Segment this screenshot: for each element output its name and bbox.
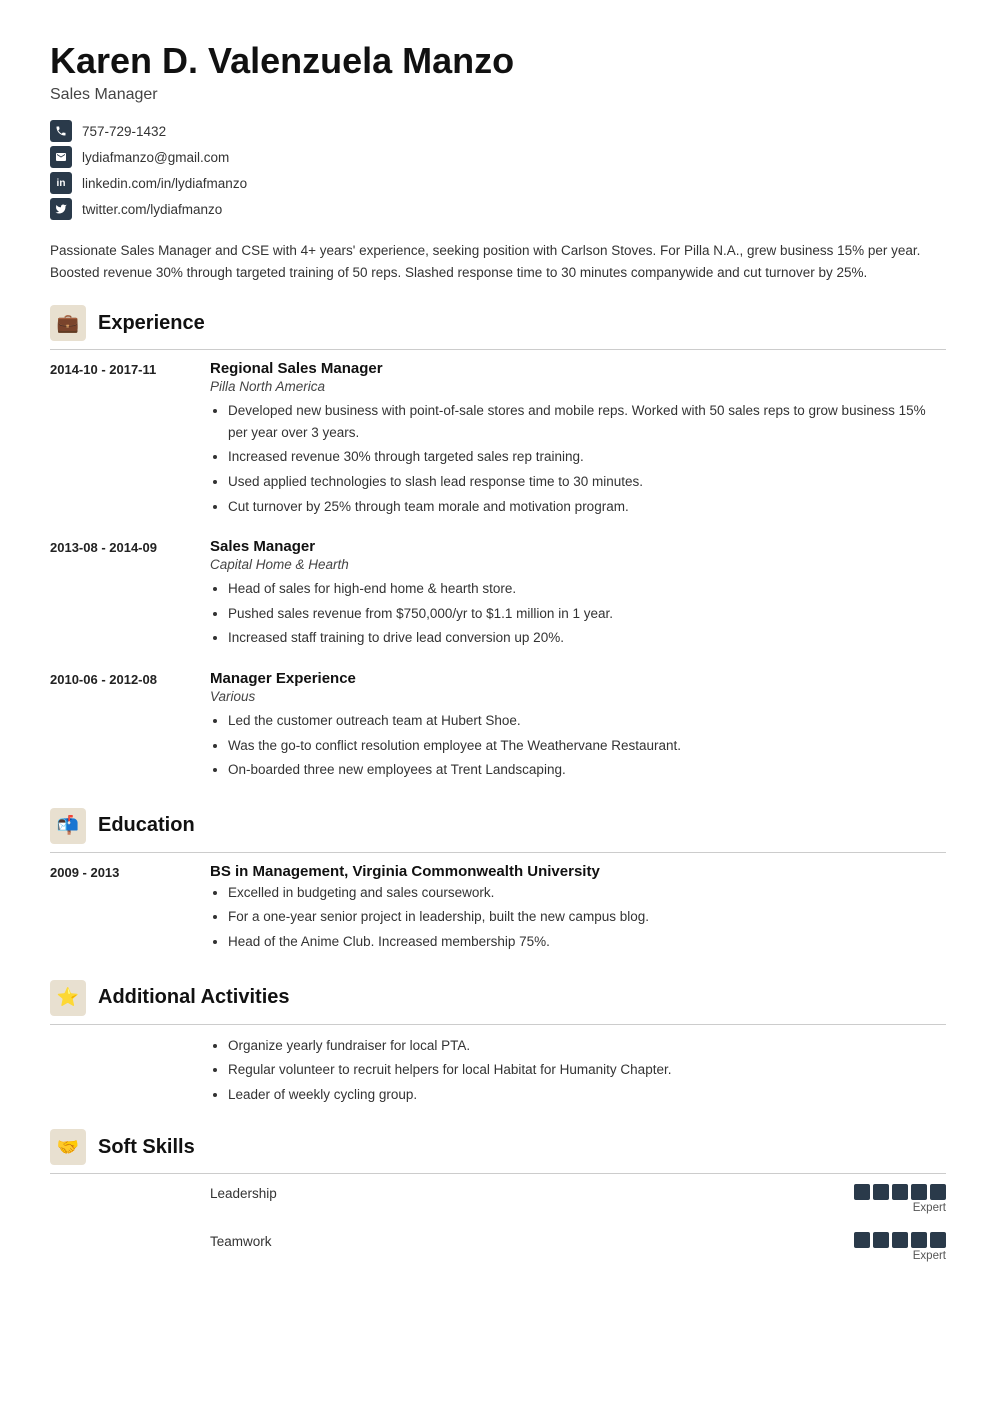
experience-role-0: Regional Sales Manager <box>210 360 946 377</box>
experience-org-1: Capital Home & Hearth <box>210 557 946 572</box>
experience-content-2: Manager Experience Various Led the custo… <box>210 670 946 784</box>
skill-level-0: Expert <box>913 1202 946 1214</box>
education-entry-0: 2009 - 2013 BS in Management, Virginia C… <box>50 863 946 956</box>
experience-date-0: 2014-10 - 2017-11 <box>50 360 210 520</box>
bullet: Excelled in budgeting and sales coursewo… <box>228 882 946 904</box>
email-icon <box>50 146 72 168</box>
skill-row-1: Teamwork Expert <box>50 1232 946 1262</box>
skill-name-0: Leadership <box>210 1184 826 1201</box>
experience-entry-2: 2010-06 - 2012-08 Manager Experience Var… <box>50 670 946 784</box>
skill-level-1: Expert <box>913 1250 946 1262</box>
twitter-contact: twitter.com/lydiafmanzo <box>50 198 946 220</box>
skills-title: Soft Skills <box>98 1136 195 1159</box>
bullet: On-boarded three new employees at Trent … <box>228 759 946 781</box>
skill-dots-0 <box>854 1184 946 1200</box>
activities-section-header: ⭐ Additional Activities <box>50 980 946 1025</box>
contact-list: 757-729-1432 lydiafmanzo@gmail.com in li… <box>50 120 946 220</box>
skill-name-1: Teamwork <box>210 1232 826 1249</box>
bullet: Was the go-to conflict resolution employ… <box>228 735 946 757</box>
experience-content-0: Regional Sales Manager Pilla North Ameri… <box>210 360 946 520</box>
dot <box>911 1232 927 1248</box>
experience-entry-0: 2014-10 - 2017-11 Regional Sales Manager… <box>50 360 946 520</box>
education-section: 📬 Education 2009 - 2013 BS in Management… <box>50 808 946 956</box>
job-title: Sales Manager <box>50 86 946 104</box>
education-bullets-0: Excelled in budgeting and sales coursewo… <box>210 882 946 953</box>
skills-section-header: 🤝 Soft Skills <box>50 1129 946 1174</box>
twitter-icon <box>50 198 72 220</box>
experience-icon: 💼 <box>50 305 86 341</box>
experience-title: Experience <box>98 312 205 335</box>
experience-content-1: Sales Manager Capital Home & Hearth Head… <box>210 538 946 652</box>
experience-date-2: 2010-06 - 2012-08 <box>50 670 210 784</box>
dot <box>854 1184 870 1200</box>
bullet: For a one-year senior project in leaders… <box>228 906 946 928</box>
dot <box>873 1184 889 1200</box>
education-date-0: 2009 - 2013 <box>50 863 210 956</box>
skills-section: 🤝 Soft Skills Leadership Expert Teamwork <box>50 1129 946 1262</box>
dot <box>873 1232 889 1248</box>
skills-icon: 🤝 <box>50 1129 86 1165</box>
experience-bullets-0: Developed new business with point-of-sal… <box>210 400 946 517</box>
linkedin-contact: in linkedin.com/in/lydiafmanzo <box>50 172 946 194</box>
candidate-name: Karen D. Valenzuela Manzo <box>50 40 946 82</box>
bullet: Organize yearly fundraiser for local PTA… <box>228 1035 946 1057</box>
activities-icon: ⭐ <box>50 980 86 1016</box>
email-value: lydiafmanzo@gmail.com <box>82 150 229 165</box>
bullet: Used applied technologies to slash lead … <box>228 471 946 493</box>
experience-bullets-2: Led the customer outreach team at Hubert… <box>210 710 946 781</box>
email-contact: lydiafmanzo@gmail.com <box>50 146 946 168</box>
experience-role-1: Sales Manager <box>210 538 946 555</box>
experience-org-0: Pilla North America <box>210 379 946 394</box>
linkedin-value: linkedin.com/in/lydiafmanzo <box>82 176 247 191</box>
dot <box>911 1184 927 1200</box>
bullet: Increased staff training to drive lead c… <box>228 627 946 649</box>
bullet: Regular volunteer to recruit helpers for… <box>228 1059 946 1081</box>
bullet: Increased revenue 30% through targeted s… <box>228 446 946 468</box>
education-section-header: 📬 Education <box>50 808 946 853</box>
bullet: Leader of weekly cycling group. <box>228 1084 946 1106</box>
experience-bullets-1: Head of sales for high-end home & hearth… <box>210 578 946 649</box>
education-title: Education <box>98 814 195 837</box>
experience-section: 💼 Experience 2014-10 - 2017-11 Regional … <box>50 305 946 784</box>
dot <box>892 1232 908 1248</box>
activities-section: ⭐ Additional Activities Organize yearly … <box>50 980 946 1106</box>
twitter-value: twitter.com/lydiafmanzo <box>82 202 222 217</box>
experience-section-header: 💼 Experience <box>50 305 946 350</box>
activities-bullets: Organize yearly fundraiser for local PTA… <box>210 1035 946 1106</box>
dot <box>930 1184 946 1200</box>
skill-right-0: Expert <box>826 1184 946 1214</box>
skill-row-0: Leadership Expert <box>50 1184 946 1214</box>
activities-title: Additional Activities <box>98 986 290 1009</box>
activities-entry: Organize yearly fundraiser for local PTA… <box>50 1035 946 1106</box>
bullet: Led the customer outreach team at Hubert… <box>228 710 946 732</box>
phone-value: 757-729-1432 <box>82 124 166 139</box>
bullet: Head of the Anime Club. Increased member… <box>228 931 946 953</box>
bullet: Cut turnover by 25% through team morale … <box>228 496 946 518</box>
dot <box>930 1232 946 1248</box>
summary: Passionate Sales Manager and CSE with 4+… <box>50 240 946 283</box>
skill-right-1: Expert <box>826 1232 946 1262</box>
bullet: Head of sales for high-end home & hearth… <box>228 578 946 600</box>
dot <box>854 1232 870 1248</box>
experience-role-2: Manager Experience <box>210 670 946 687</box>
experience-entry-1: 2013-08 - 2014-09 Sales Manager Capital … <box>50 538 946 652</box>
skill-dots-1 <box>854 1232 946 1248</box>
header: Karen D. Valenzuela Manzo Sales Manager … <box>50 40 946 220</box>
experience-date-1: 2013-08 - 2014-09 <box>50 538 210 652</box>
education-icon: 📬 <box>50 808 86 844</box>
phone-contact: 757-729-1432 <box>50 120 946 142</box>
education-content-0: BS in Management, Virginia Commonwealth … <box>210 863 946 956</box>
experience-org-2: Various <box>210 689 946 704</box>
bullet: Pushed sales revenue from $750,000/yr to… <box>228 603 946 625</box>
bullet: Developed new business with point-of-sal… <box>228 400 946 443</box>
linkedin-icon: in <box>50 172 72 194</box>
dot <box>892 1184 908 1200</box>
phone-icon <box>50 120 72 142</box>
education-role-0: BS in Management, Virginia Commonwealth … <box>210 863 946 880</box>
